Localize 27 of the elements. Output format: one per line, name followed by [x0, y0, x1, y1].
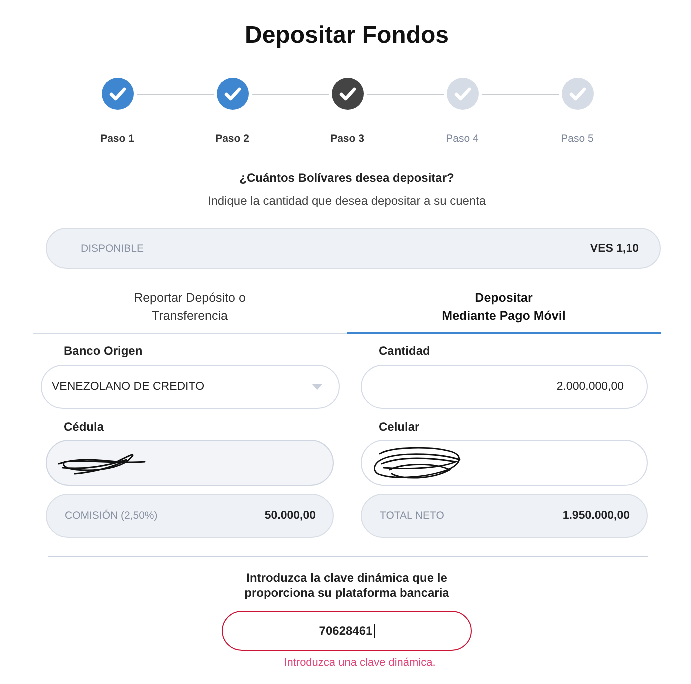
text-field[interactable]: [361, 440, 648, 486]
instructions-text: Indique la cantidad que desea depositar a su cuenta: [206, 193, 488, 209]
step-label: Paso 3: [330, 132, 364, 146]
step-label: Paso 5: [561, 132, 594, 146]
error-message: Introduzca una clave dinámica.: [284, 656, 436, 670]
tab[interactable]: Reportar Depósito o Transferencia: [33, 285, 347, 334]
field-label: Cédula: [63, 419, 104, 435]
field-label: Cantidad: [378, 343, 430, 359]
caret-down-icon: [312, 384, 323, 390]
select-field[interactable]: VENEZOLANO DE CREDITO: [41, 365, 340, 409]
page-title: Depositar Fondos: [244, 21, 450, 51]
field-label: Celular: [378, 419, 420, 435]
question-heading: ¿Cuántos Bolívares desea depositar?: [238, 170, 456, 186]
step-label: Paso 2: [216, 132, 250, 146]
summary-amount: 50.000,00: [264, 510, 316, 522]
field-label: Banco Origen: [63, 343, 143, 359]
available-amount: VES 1,10: [590, 242, 639, 254]
step-label: Paso 4: [446, 132, 479, 146]
summary-label: TOTAL NETO: [380, 510, 444, 522]
available-label: DISPONIBLE: [81, 242, 144, 254]
summary-amount: 1.950.000,00: [562, 510, 630, 522]
amount-field[interactable]: 2.000.000,00: [361, 365, 648, 409]
step-label: Paso 1: [100, 132, 134, 146]
key-input-field[interactable]: 70628461: [222, 611, 472, 651]
key-prompt: Introduzca la clave dinámica que le proporciona su plataforma bancaria: [244, 571, 450, 601]
tab[interactable]: Depositar Mediante Pago Móvil: [347, 285, 661, 334]
summary-label: COMISIÓN (2,50%): [65, 510, 158, 522]
